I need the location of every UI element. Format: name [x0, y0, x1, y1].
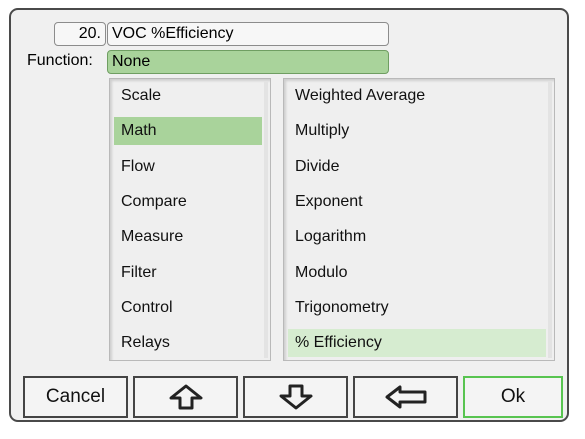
function-list-item[interactable]: Trigonometry: [288, 294, 546, 322]
function-scrollbar[interactable]: [548, 81, 552, 358]
category-scrollbar[interactable]: [264, 81, 268, 358]
item-name-field[interactable]: VOC %Efficiency: [107, 22, 389, 46]
ok-button[interactable]: Ok: [463, 376, 563, 418]
function-list-item[interactable]: Modulo: [288, 259, 546, 287]
item-number-field: 20.: [54, 22, 106, 46]
cancel-button[interactable]: Cancel: [23, 376, 128, 418]
back-button[interactable]: [353, 376, 458, 418]
function-list-item[interactable]: % Efficiency: [288, 329, 546, 357]
category-list-item[interactable]: Math: [114, 117, 262, 145]
ok-button-label: Ok: [500, 386, 526, 407]
category-list-item[interactable]: Control: [114, 294, 262, 322]
category-list-item[interactable]: Filter: [114, 259, 262, 287]
category-list[interactable]: Scale Math Flow Compare Measure Filter Control…: [109, 78, 271, 361]
down-button[interactable]: [243, 376, 348, 418]
function-list-item[interactable]: Logarithm: [288, 223, 546, 251]
function-list[interactable]: Weighted Average Multiply Divide Exponent Lo…: [283, 78, 555, 361]
cancel-button-label: Cancel: [45, 386, 106, 407]
function-list-item[interactable]: Divide: [288, 153, 546, 181]
category-list-item[interactable]: Flow: [114, 153, 262, 181]
function-list-item[interactable]: Multiply: [288, 117, 546, 145]
function-label: Function:: [27, 52, 93, 69]
category-list-item[interactable]: Scale: [114, 82, 262, 110]
category-list-item[interactable]: Compare: [114, 188, 262, 216]
left-arrow-icon: [385, 385, 426, 409]
dialog-frame: 20. VOC %Efficiency Function: None Scale…: [9, 8, 569, 422]
up-arrow-icon: [169, 384, 202, 410]
function-value-field[interactable]: None: [107, 50, 389, 74]
category-list-item[interactable]: Relays: [114, 329, 262, 357]
down-arrow-icon: [279, 384, 312, 410]
category-list-item[interactable]: Measure: [114, 223, 262, 251]
function-list-item[interactable]: Weighted Average: [288, 82, 546, 110]
up-button[interactable]: [133, 376, 238, 418]
function-list-item[interactable]: Exponent: [288, 188, 546, 216]
